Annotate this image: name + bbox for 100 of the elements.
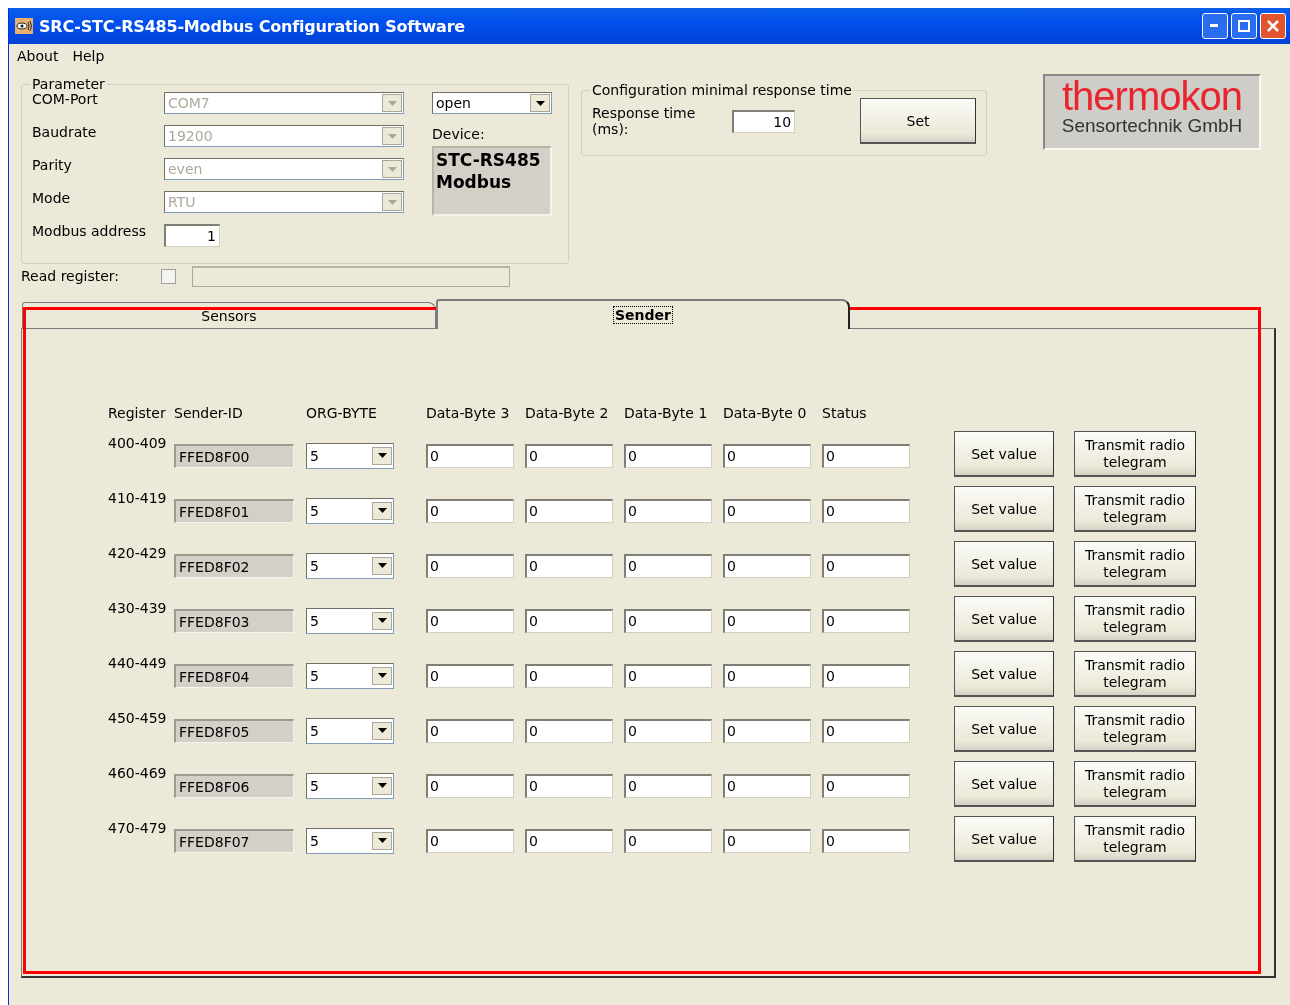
input-field[interactable]: 0 bbox=[624, 608, 712, 633]
input-field[interactable]: 0 bbox=[426, 718, 514, 743]
dropdown[interactable]: 5 bbox=[306, 717, 394, 744]
transmit-button[interactable]: Transmit radio telegram bbox=[1074, 816, 1196, 862]
input-field[interactable]: 0 bbox=[525, 553, 613, 578]
input-field[interactable]: 0 bbox=[525, 828, 613, 853]
input-field[interactable]: 0 bbox=[624, 663, 712, 688]
input-field[interactable]: 0 bbox=[426, 828, 514, 853]
dropdown-arrow-icon bbox=[387, 199, 397, 205]
column-header: ORG-BYTE bbox=[306, 405, 378, 423]
input-field[interactable]: 0 bbox=[822, 498, 910, 523]
menu-item[interactable]: Help bbox=[72, 48, 105, 64]
register-range: 400-409 bbox=[108, 435, 168, 451]
input-field[interactable]: 0 bbox=[426, 498, 514, 523]
set-button[interactable]: Set bbox=[860, 98, 976, 144]
input-field[interactable]: 0 bbox=[525, 718, 613, 743]
input-field[interactable]: 0 bbox=[624, 443, 712, 468]
sender-id-field: FFED8F04 bbox=[174, 663, 294, 688]
input-field[interactable]: 0 bbox=[426, 553, 514, 578]
register-range: 430-439 bbox=[108, 600, 168, 616]
minimize-button[interactable] bbox=[1202, 13, 1228, 39]
input-field[interactable]: 0 bbox=[822, 443, 910, 468]
input-field[interactable]: 10 bbox=[732, 109, 796, 133]
input-field[interactable]: 0 bbox=[822, 828, 910, 853]
transmit-button[interactable]: Transmit radio telegram bbox=[1074, 761, 1196, 807]
dropdown[interactable]: 5 bbox=[306, 442, 394, 469]
register-range: 470-479 bbox=[108, 820, 168, 836]
dropdown-arrow-icon bbox=[387, 166, 397, 172]
dropdown[interactable]: 5 bbox=[306, 772, 394, 799]
dropdown[interactable]: 5 bbox=[306, 607, 394, 634]
input-field[interactable]: 0 bbox=[426, 608, 514, 633]
dropdown[interactable]: open bbox=[432, 92, 552, 114]
input-field[interactable]: 0 bbox=[426, 773, 514, 798]
dropdown[interactable]: 5 bbox=[306, 497, 394, 524]
dropdown-arrow-icon bbox=[377, 508, 387, 513]
set-value-button[interactable]: Set value bbox=[954, 486, 1054, 532]
input-field[interactable]: 0 bbox=[723, 443, 811, 468]
group-title: Configuration minimal response time bbox=[591, 82, 853, 98]
column-header: Status bbox=[822, 405, 868, 423]
field-label: Read register: bbox=[21, 268, 120, 284]
close-icon bbox=[1267, 20, 1279, 32]
input-field[interactable]: 1 bbox=[164, 223, 220, 247]
input-field[interactable]: 0 bbox=[525, 608, 613, 633]
dropdown[interactable]: 5 bbox=[306, 552, 394, 579]
input-field[interactable]: 0 bbox=[822, 718, 910, 743]
input-field[interactable]: 0 bbox=[822, 553, 910, 578]
close-button[interactable] bbox=[1260, 13, 1286, 39]
input-field[interactable]: 0 bbox=[822, 773, 910, 798]
transmit-button[interactable]: Transmit radio telegram bbox=[1074, 431, 1196, 477]
input-field[interactable]: 0 bbox=[822, 608, 910, 633]
set-value-button[interactable]: Set value bbox=[954, 596, 1054, 642]
input-field[interactable]: 0 bbox=[525, 498, 613, 523]
transmit-button[interactable]: Transmit radio telegram bbox=[1074, 706, 1196, 752]
dropdown-arrow-icon bbox=[377, 618, 387, 623]
maximize-button[interactable] bbox=[1231, 13, 1257, 39]
input-field[interactable]: 0 bbox=[624, 718, 712, 743]
set-value-button[interactable]: Set value bbox=[954, 431, 1054, 477]
set-value-button[interactable]: Set value bbox=[954, 706, 1054, 752]
field-label: Modbus address bbox=[32, 223, 148, 239]
set-value-button[interactable]: Set value bbox=[954, 541, 1054, 587]
input-field[interactable]: 0 bbox=[624, 828, 712, 853]
input-field[interactable]: 0 bbox=[723, 828, 811, 853]
field-label: Response time (ms): bbox=[592, 105, 697, 137]
input-field[interactable]: 0 bbox=[723, 498, 811, 523]
input-field[interactable]: 0 bbox=[723, 773, 811, 798]
input-field[interactable]: 0 bbox=[624, 773, 712, 798]
dropdown-arrow-icon bbox=[377, 673, 387, 678]
input-field[interactable]: 0 bbox=[723, 553, 811, 578]
maximize-icon bbox=[1238, 20, 1250, 32]
input-field[interactable]: 0 bbox=[624, 553, 712, 578]
column-header: Register bbox=[108, 405, 167, 423]
dropdown-arrow-icon bbox=[387, 133, 397, 139]
set-value-button[interactable]: Set value bbox=[954, 651, 1054, 697]
transmit-button[interactable]: Transmit radio telegram bbox=[1074, 651, 1196, 697]
input-field[interactable]: 0 bbox=[426, 663, 514, 688]
column-header: Data-Byte 0 bbox=[723, 405, 808, 423]
input-field[interactable]: 0 bbox=[723, 663, 811, 688]
dropdown-arrow-icon bbox=[377, 838, 387, 843]
tab[interactable]: Sensors bbox=[22, 302, 436, 328]
input-field[interactable]: 0 bbox=[525, 443, 613, 468]
checkbox[interactable] bbox=[161, 268, 177, 284]
menu-item[interactable]: About bbox=[17, 48, 59, 64]
input-field[interactable]: 0 bbox=[525, 773, 613, 798]
input-field[interactable]: 0 bbox=[723, 608, 811, 633]
window-title: SRC-STC-RS485-Modbus Configuration Software bbox=[39, 16, 466, 36]
input-field[interactable]: 0 bbox=[624, 498, 712, 523]
set-value-button[interactable]: Set value bbox=[954, 761, 1054, 807]
transmit-button[interactable]: Transmit radio telegram bbox=[1074, 541, 1196, 587]
dropdown[interactable]: 5 bbox=[306, 662, 394, 689]
set-value-button[interactable]: Set value bbox=[954, 816, 1054, 862]
input-field[interactable]: 0 bbox=[822, 663, 910, 688]
dropdown[interactable]: 5 bbox=[306, 827, 394, 854]
dropdown-arrow-icon bbox=[377, 563, 387, 568]
transmit-button[interactable]: Transmit radio telegram bbox=[1074, 596, 1196, 642]
input-field[interactable]: 0 bbox=[525, 663, 613, 688]
input-field[interactable]: 0 bbox=[723, 718, 811, 743]
tab[interactable]: Sender bbox=[436, 299, 850, 329]
app-icon bbox=[15, 18, 33, 34]
input-field[interactable]: 0 bbox=[426, 443, 514, 468]
transmit-button[interactable]: Transmit radio telegram bbox=[1074, 486, 1196, 532]
